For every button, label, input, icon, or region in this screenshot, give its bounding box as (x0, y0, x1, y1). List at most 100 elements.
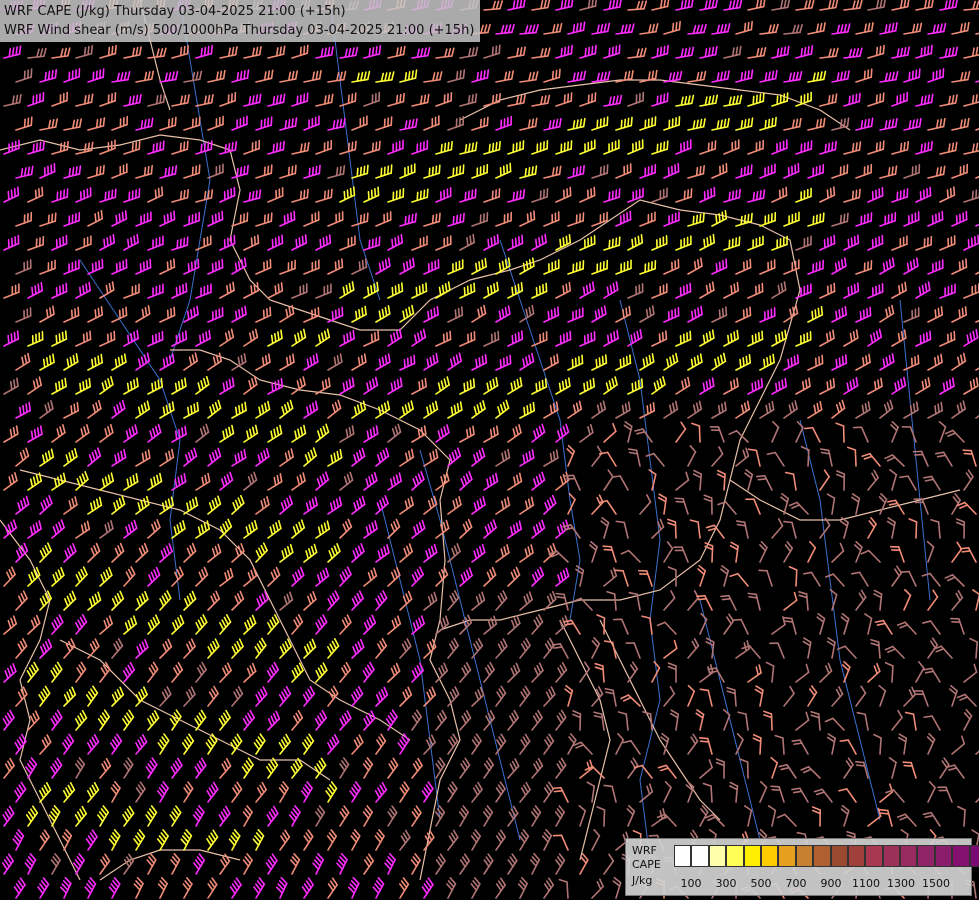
wind-barb (519, 544, 534, 563)
wind-barb (861, 452, 881, 467)
wind-barb (111, 448, 127, 467)
wind-barb (495, 496, 511, 515)
wind-barb (231, 353, 247, 371)
wind-barb (603, 469, 614, 491)
wind-barb (483, 281, 499, 299)
wind-barb (435, 424, 450, 443)
wind-barb (459, 757, 471, 779)
wind-barb (207, 69, 226, 83)
wind-barb (471, 781, 483, 803)
wind-barb (903, 117, 922, 131)
legend-swatch (674, 845, 692, 867)
wind-barb (626, 804, 636, 827)
wind-barb (387, 662, 401, 683)
wind-barb (291, 613, 304, 635)
wind-barb (687, 118, 706, 131)
wind-barb (327, 353, 343, 371)
wind-barb (951, 258, 968, 275)
wind-barb (51, 377, 67, 395)
wind-barb (612, 876, 622, 899)
wind-barb (243, 328, 259, 347)
legend-swatch (969, 845, 979, 867)
wind-barb (350, 829, 361, 851)
wind-barb (14, 781, 27, 803)
wind-barb (615, 520, 629, 539)
wind-barb (855, 260, 873, 275)
wind-barb (663, 639, 678, 659)
wind-barb (291, 566, 305, 587)
wind-barb (399, 354, 416, 371)
wind-barb (219, 377, 235, 395)
legend-swatch (865, 845, 883, 867)
wind-barb (303, 638, 317, 659)
wind-barb (699, 688, 713, 707)
wind-barb (699, 377, 715, 395)
wind-barb (728, 430, 749, 443)
wind-barb (771, 139, 788, 155)
wind-barb (111, 637, 124, 659)
wind-barb (783, 211, 800, 227)
wind-barb (75, 377, 91, 395)
wind-barb (267, 93, 286, 107)
wind-barb (657, 493, 667, 515)
wind-barb (886, 517, 896, 539)
wind-barb (303, 543, 318, 563)
wind-barb (85, 829, 98, 851)
wind-barb (735, 732, 744, 755)
wind-barb (423, 495, 438, 515)
wind-barb (279, 638, 292, 659)
wind-barb (159, 306, 176, 323)
wind-barb (507, 472, 523, 491)
wind-barb (375, 211, 392, 227)
wind-barb (218, 805, 231, 827)
wind-barb (770, 785, 785, 803)
wind-barb (951, 735, 966, 755)
wind-barb (3, 234, 20, 251)
wind-barb (315, 520, 331, 539)
wind-barb (519, 496, 535, 515)
wind-barb (279, 448, 294, 467)
wind-barb (711, 401, 727, 419)
wind-barb (867, 44, 885, 59)
wind-barb (267, 377, 284, 395)
wind-barb (517, 876, 528, 899)
wind-barb (723, 94, 743, 107)
wind-barb (171, 614, 185, 635)
wind-barb (927, 401, 943, 419)
wind-barb (855, 163, 873, 179)
wind-barb (423, 591, 438, 611)
wind-barb (339, 566, 352, 587)
wind-barb (399, 829, 411, 851)
wind-barb (567, 354, 584, 371)
wind-barb (519, 733, 531, 755)
wind-barb (183, 686, 196, 707)
wind-barb (766, 451, 785, 467)
wind-barb (831, 686, 844, 707)
wind-barb (363, 140, 381, 155)
wind-barb (135, 542, 149, 563)
wind-barb (555, 567, 570, 587)
wind-barb (302, 733, 315, 755)
wind-barb (855, 117, 874, 131)
wind-barb (896, 621, 917, 635)
river-line (699, 599, 761, 841)
wind-barb (195, 614, 208, 635)
wind-barb (375, 447, 390, 467)
wind-barb (956, 501, 977, 515)
wind-barb (122, 661, 136, 683)
wind-barb (922, 475, 941, 491)
wind-barb (759, 400, 775, 419)
wind-barb (387, 472, 403, 491)
wind-barb (195, 423, 210, 443)
wind-barb (937, 786, 953, 803)
wind-barb (75, 566, 88, 587)
wind-barb (867, 377, 883, 395)
wind-barb (435, 91, 453, 107)
legend-swatch (830, 845, 848, 867)
wind-barb (411, 188, 429, 203)
legend-tick-label: 1300 (887, 877, 915, 890)
wind-barb (183, 447, 198, 467)
wind-barb (783, 162, 800, 179)
wind-barb (99, 520, 114, 539)
wind-barb (795, 235, 812, 251)
